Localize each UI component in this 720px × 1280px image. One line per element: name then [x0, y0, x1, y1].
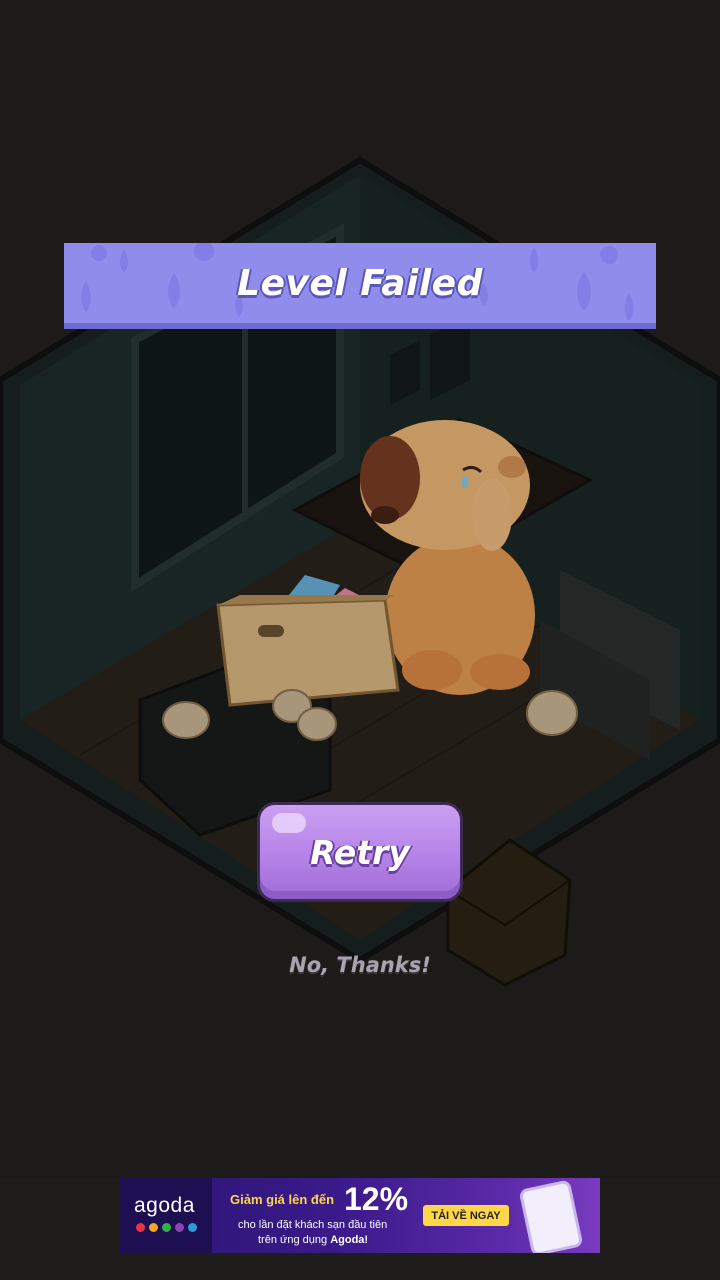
level-failed-banner: Level Failed [64, 243, 656, 329]
logo-dot-purple [175, 1223, 184, 1232]
phone-illustration [518, 1179, 584, 1253]
room-background [0, 0, 720, 1280]
no-thanks-link[interactable]: No, Thanks! [260, 948, 460, 982]
agoda-ad-banner[interactable]: agoda Giảm giá lên đến 12% cho lần đặt k… [120, 1178, 600, 1253]
ad-subline-prefix: trên ứng dụng [258, 1234, 331, 1246]
ad-discount: 12% [344, 1181, 409, 1217]
ad-subline-2: trên ứng dụng Agoda! [258, 1234, 368, 1246]
agoda-logo-dots [136, 1223, 197, 1232]
logo-dot-green [162, 1223, 171, 1232]
retry-button[interactable]: Retry [257, 802, 463, 902]
agoda-logo-panel: agoda [120, 1178, 212, 1253]
agoda-logo-text: agoda [134, 1194, 195, 1217]
ad-subline-1: cho lần đặt khách sạn đầu tiên [238, 1219, 388, 1231]
logo-dot-orange [149, 1223, 158, 1232]
ad-headline: Giảm giá lên đến [230, 1192, 335, 1207]
ad-download-button[interactable]: TẢI VỀ NGAY [423, 1205, 509, 1226]
ad-subline-brand: Agoda! [330, 1234, 369, 1246]
button-gloss [272, 813, 306, 833]
logo-dot-red [136, 1223, 145, 1232]
retry-label: Retry [310, 832, 410, 872]
dialog-title: Level Failed [237, 262, 483, 304]
logo-dot-blue [188, 1223, 197, 1232]
